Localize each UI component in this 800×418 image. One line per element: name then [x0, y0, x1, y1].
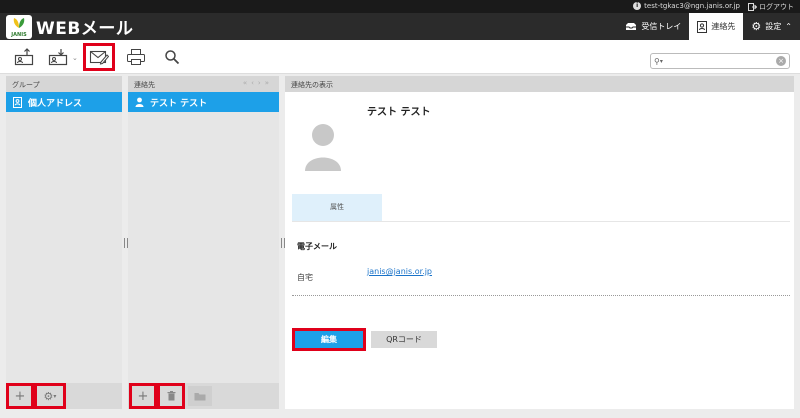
- nav-settings[interactable]: ⚙ 設定 ⌃: [743, 13, 800, 40]
- delete-contact-button[interactable]: [157, 383, 185, 409]
- compose-mail-button[interactable]: [83, 43, 115, 71]
- plus-icon: +: [137, 388, 149, 404]
- folder-icon: [194, 392, 206, 400]
- compose-icon: [89, 50, 109, 65]
- group-settings-button[interactable]: ⚙ ▾: [34, 383, 66, 409]
- gear-icon: ⚙: [751, 20, 762, 33]
- logo-title: WEBメール: [36, 19, 134, 39]
- group-panel-footer: + ⚙ ▾: [6, 383, 122, 409]
- plus-icon: +: [14, 388, 26, 404]
- address-book-icon: [697, 20, 708, 33]
- user-strip: i test-tgkac3@ngn.janis.or.jp ログアウト: [0, 0, 800, 13]
- logout-icon: [748, 3, 757, 11]
- search-button[interactable]: [160, 46, 184, 68]
- export-button[interactable]: [46, 46, 70, 68]
- group-panel: グループ 個人アドレス + ⚙ ▾: [6, 76, 122, 409]
- contact-panel-header: 連絡先 «‹›»: [128, 76, 279, 92]
- inbox-icon: [626, 23, 637, 30]
- edit-button[interactable]: 編集: [292, 328, 366, 351]
- section-divider: [292, 295, 790, 296]
- chevron-up-icon: ⌃: [785, 22, 792, 31]
- info-icon: i: [633, 2, 642, 10]
- add-group-button[interactable]: +: [6, 383, 34, 409]
- print-button[interactable]: [124, 46, 148, 68]
- contact-panel-title: 連絡先: [134, 81, 155, 89]
- import-icon: [14, 48, 34, 66]
- logout-label: ログアウト: [759, 3, 794, 11]
- janis-logo-icon: JANIS: [6, 14, 32, 39]
- search-input[interactable]: [665, 56, 776, 66]
- import-button[interactable]: [12, 46, 36, 68]
- user-info: i test-tgkac3@ngn.janis.or.jp: [633, 2, 740, 10]
- logo: JANIS WEBメール: [6, 14, 133, 39]
- main-nav: 受信トレイ 連絡先 ⚙ 設定 ⌃: [617, 13, 800, 40]
- group-item-label: 個人アドレス: [28, 98, 83, 109]
- chevron-down-icon: ▾: [53, 392, 57, 400]
- search-icon: [165, 50, 180, 65]
- group-item-personal[interactable]: 個人アドレス: [6, 92, 122, 112]
- chevron-down-icon[interactable]: ▾: [660, 58, 663, 65]
- address-book-icon: [13, 96, 22, 108]
- email-section-title: 電子メール: [297, 242, 337, 251]
- nav-settings-label: 設定: [765, 22, 782, 31]
- trash-icon: [167, 391, 175, 401]
- print-icon: [127, 49, 145, 65]
- gear-icon: ⚙: [43, 389, 54, 403]
- add-contact-button[interactable]: +: [129, 383, 157, 409]
- person-icon: [135, 97, 144, 107]
- top-bar: i test-tgkac3@ngn.janis.or.jp ログアウト JANI…: [0, 0, 800, 40]
- logout-button[interactable]: ログアウト: [748, 2, 794, 12]
- clear-search-icon[interactable]: ×: [776, 56, 786, 66]
- qr-code-button[interactable]: QRコード: [371, 331, 437, 348]
- user-email: test-tgkac3@ngn.janis.or.jp: [644, 2, 740, 10]
- nav-inbox-label: 受信トレイ: [641, 22, 682, 31]
- nav-contacts-label: 連絡先: [711, 22, 736, 31]
- nav-contacts[interactable]: 連絡先: [689, 13, 744, 40]
- contact-item[interactable]: テスト テスト: [128, 92, 279, 112]
- group-panel-header: グループ: [6, 76, 122, 92]
- contact-detail-panel: 連絡先の表示 テスト テスト 属性 電子メール 自宅 janis@janis.o…: [285, 76, 794, 409]
- contact-panel: 連絡先 «‹›» テスト テスト +: [128, 76, 279, 409]
- nav-inbox[interactable]: 受信トレイ: [617, 13, 689, 40]
- pager-controls[interactable]: «‹›»: [243, 79, 273, 87]
- detail-panel-header: 連絡先の表示: [285, 76, 794, 92]
- email-link[interactable]: janis@janis.or.jp: [367, 267, 432, 276]
- tab-divider: [292, 221, 790, 222]
- avatar: [305, 124, 341, 171]
- export-icon: [48, 49, 68, 66]
- tab-attributes[interactable]: 属性: [292, 194, 382, 221]
- contact-name: テスト テスト: [367, 107, 431, 118]
- search-box[interactable]: ⚲ ▾ ×: [650, 53, 790, 69]
- chevron-down-icon[interactable]: ⌄: [72, 54, 78, 62]
- contact-item-label: テスト テスト: [150, 98, 208, 109]
- contact-panel-footer: +: [128, 383, 279, 409]
- email-field-label: 自宅: [297, 273, 313, 282]
- logo-badge-text: JANIS: [11, 31, 27, 38]
- move-contact-button[interactable]: [188, 386, 212, 406]
